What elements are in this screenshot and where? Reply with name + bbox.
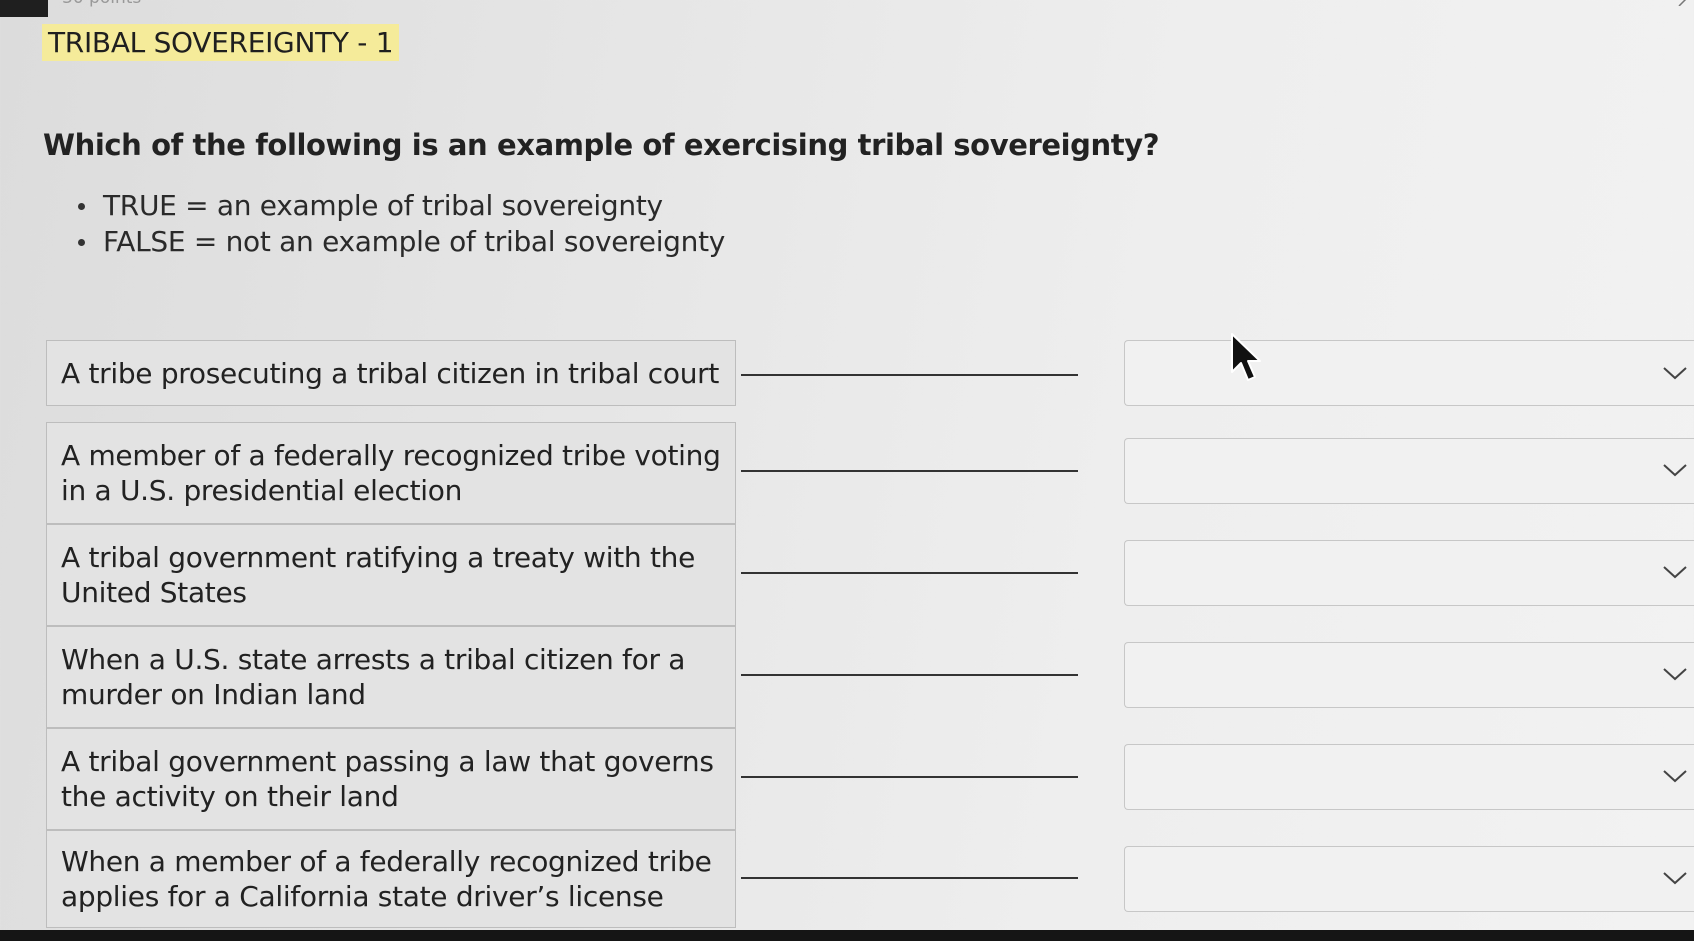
connector-line — [741, 674, 1078, 676]
question-title: TRIBAL SOVEREIGNTY - 1 — [42, 24, 400, 61]
match-row: A tribal government ratifying a treaty w… — [46, 524, 1694, 626]
match-prompt: A tribal government ratifying a treaty w… — [46, 524, 736, 626]
match-prompt: A tribal government passing a law that g… — [46, 728, 736, 830]
question-text: Which of the following is an example of … — [43, 128, 1160, 162]
connector-line — [741, 572, 1078, 574]
match-row: A tribal government passing a law that g… — [46, 728, 1694, 830]
connector-line — [741, 776, 1078, 778]
connector-line — [741, 374, 1078, 376]
answer-legend: TRUE = an example of tribal sovereignty … — [70, 188, 725, 260]
answer-dropdown[interactable] — [1124, 340, 1694, 406]
connector-line — [741, 470, 1078, 472]
chevron-down-icon[interactable] — [1662, 365, 1688, 381]
legend-item-false: FALSE = not an example of tribal soverei… — [70, 224, 725, 260]
match-row: A tribe prosecuting a tribal citizen in … — [46, 340, 1694, 406]
answer-dropdown[interactable] — [1124, 438, 1694, 504]
chevron-down-icon[interactable] — [1662, 870, 1688, 886]
chevron-down-icon[interactable] — [1662, 462, 1688, 478]
match-row: A member of a federally recognized tribe… — [46, 422, 1694, 524]
mouse-pointer-icon — [1231, 333, 1261, 381]
match-row: When a U.S. state arrests a tribal citiz… — [46, 626, 1694, 728]
match-prompt: A member of a federally recognized tribe… — [46, 422, 736, 524]
match-prompt: When a member of a federally recognized … — [46, 830, 736, 928]
points-label: 30 points — [62, 0, 141, 8]
answer-dropdown[interactable] — [1124, 642, 1694, 708]
answer-dropdown[interactable] — [1124, 540, 1694, 606]
match-prompt: A tribe prosecuting a tribal citizen in … — [46, 340, 736, 406]
legend-item-true: TRUE = an example of tribal sovereignty — [70, 188, 725, 224]
chevron-down-icon[interactable] — [1662, 564, 1688, 580]
match-prompt: When a U.S. state arrests a tribal citiz… — [46, 626, 736, 728]
chevron-down-icon[interactable] — [1662, 768, 1688, 784]
match-row: When a member of a federally recognized … — [46, 830, 1694, 928]
answer-dropdown[interactable] — [1124, 846, 1694, 912]
connector-line — [741, 877, 1078, 879]
chevron-right-icon[interactable] — [1676, 0, 1690, 6]
answer-dropdown[interactable] — [1124, 744, 1694, 810]
chevron-down-icon[interactable] — [1662, 666, 1688, 682]
bottom-edge — [0, 930, 1694, 941]
top-tab — [0, 0, 48, 17]
